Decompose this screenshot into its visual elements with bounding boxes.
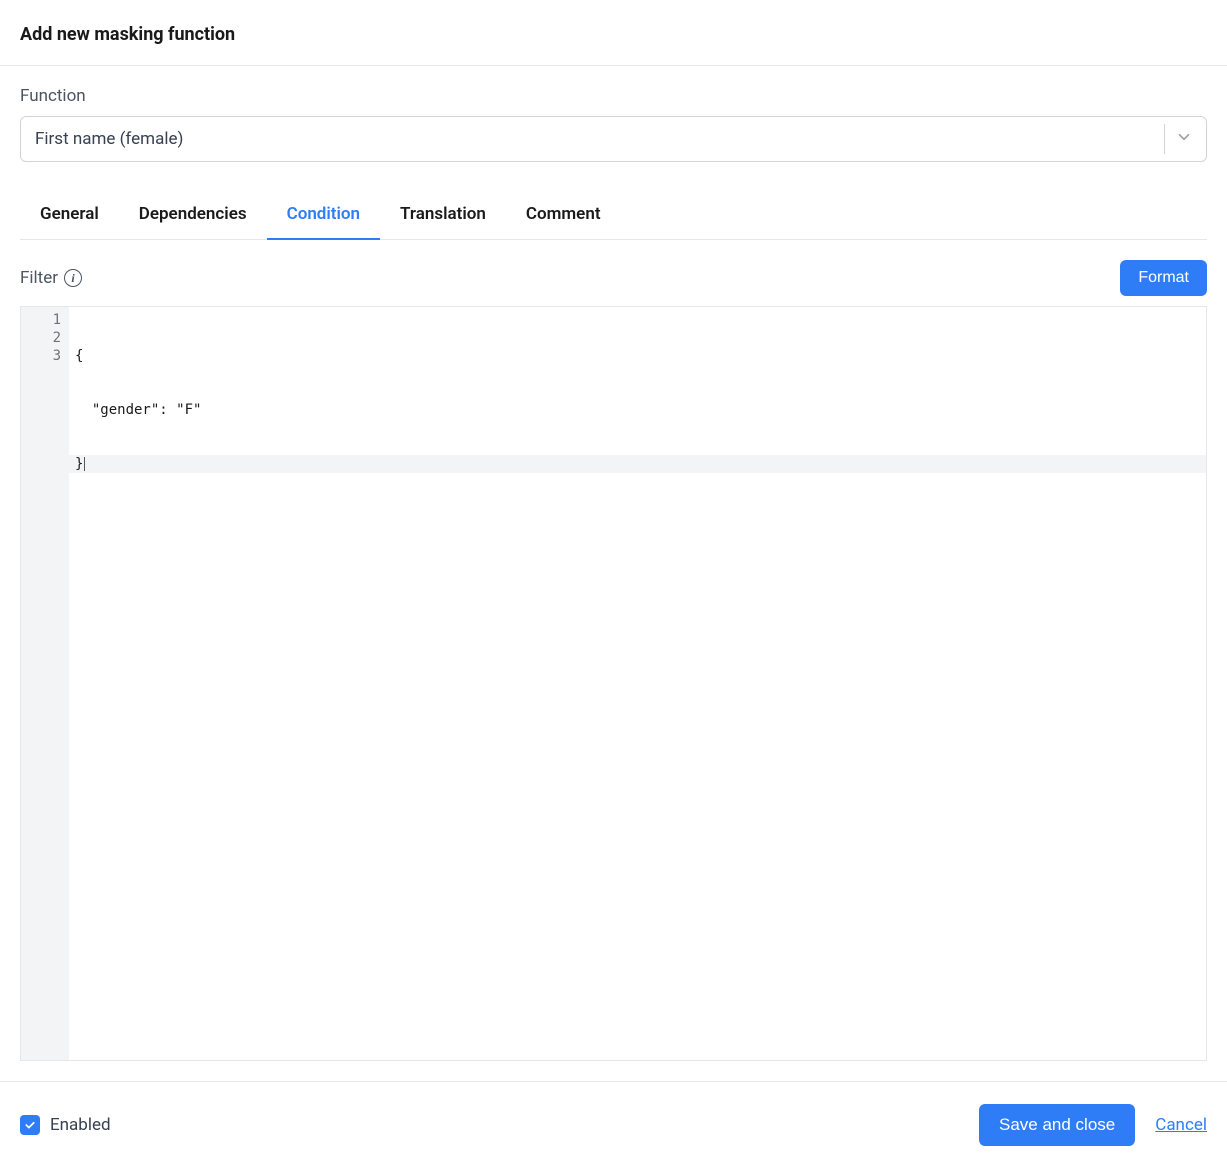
dialog: Add new masking function Function First … [0, 0, 1227, 1168]
dialog-header: Add new masking function [0, 0, 1227, 66]
tab-condition[interactable]: Condition [267, 190, 380, 240]
dialog-title: Add new masking function [20, 24, 1207, 45]
code-line: } [69, 455, 1206, 473]
tab-translation[interactable]: Translation [380, 190, 506, 240]
line-number: 2 [33, 329, 61, 347]
code-editor[interactable]: 1 2 3 { "gender": "F" } [20, 306, 1207, 1061]
function-select-value: First name (female) [35, 129, 183, 149]
line-number: 1 [33, 311, 61, 329]
tab-general[interactable]: General [20, 190, 119, 240]
footer-actions: Save and close Cancel [979, 1104, 1207, 1146]
save-button[interactable]: Save and close [979, 1104, 1135, 1146]
function-label: Function [20, 86, 1207, 106]
function-select[interactable]: First name (female) [20, 116, 1207, 162]
function-select-wrapper: First name (female) [20, 116, 1207, 162]
editor-gutter: 1 2 3 [21, 307, 69, 1060]
cursor-caret [84, 457, 85, 471]
editor-content[interactable]: { "gender": "F" } [69, 307, 1206, 1060]
dialog-footer: Enabled Save and close Cancel [0, 1081, 1227, 1168]
enabled-checkbox[interactable] [20, 1115, 40, 1135]
enabled-label: Enabled [50, 1115, 111, 1135]
format-button[interactable]: Format [1120, 260, 1207, 296]
filter-label-group: Filter i [20, 268, 82, 288]
dialog-body: Function First name (female) General Dep… [0, 66, 1227, 1081]
code-line: "gender": "F" [75, 401, 1200, 419]
tabs: General Dependencies Condition Translati… [20, 190, 1207, 240]
info-icon[interactable]: i [64, 269, 82, 287]
line-number: 3 [33, 347, 61, 365]
tab-dependencies[interactable]: Dependencies [119, 190, 267, 240]
select-divider [1164, 124, 1165, 154]
cancel-link[interactable]: Cancel [1155, 1115, 1207, 1135]
enabled-checkbox-group: Enabled [20, 1115, 111, 1135]
tab-comment[interactable]: Comment [506, 190, 621, 240]
filter-row: Filter i Format [20, 260, 1207, 296]
code-line: { [75, 347, 1200, 365]
filter-label: Filter [20, 268, 58, 288]
